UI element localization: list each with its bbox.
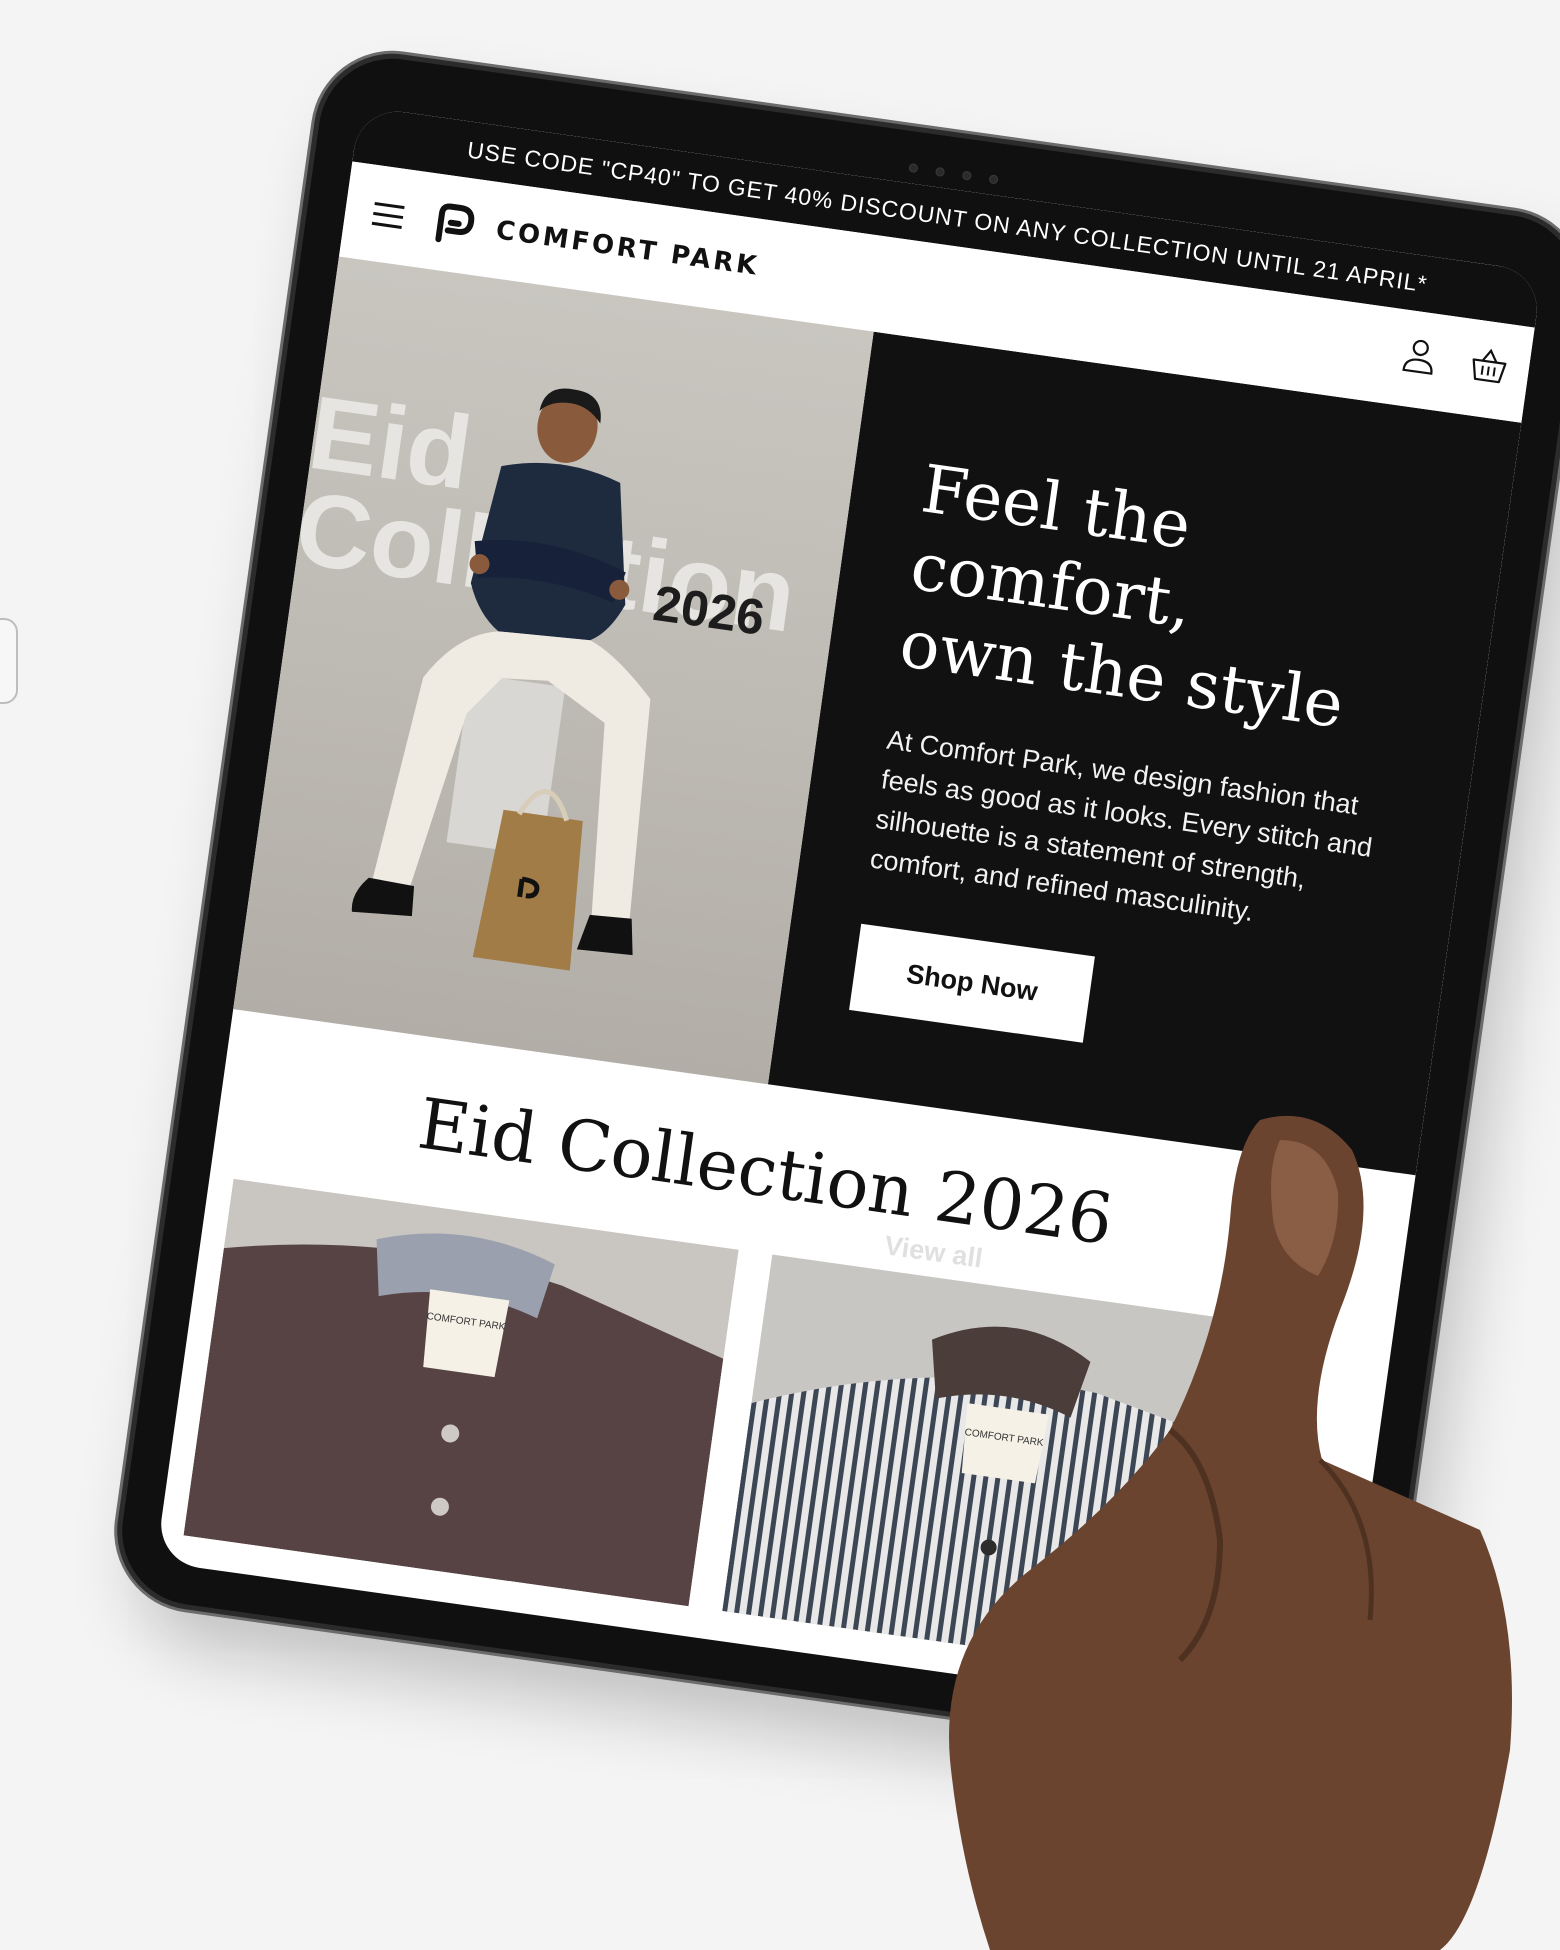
camera-dot	[908, 162, 919, 173]
camera-dot	[961, 170, 972, 181]
hero-title: Feel the comfort, own the style	[895, 450, 1349, 744]
edge-pill-shape	[0, 618, 18, 704]
header-actions	[1397, 333, 1511, 388]
account-icon[interactable]	[1397, 333, 1442, 378]
brand-name[interactable]: COMFORT PARK	[494, 215, 761, 282]
menu-icon[interactable]	[371, 201, 405, 229]
product-card-maroon-shirt[interactable]: COMFORT PARK	[183, 1178, 739, 1607]
maroon-shirt-image: COMFORT PARK	[183, 1178, 739, 1607]
scene: USE CODE "CP40" TO GET 40% DISCOUNT ON A…	[0, 0, 1560, 1950]
shop-now-button[interactable]: Shop Now	[849, 923, 1095, 1043]
hand-illustration	[949, 1115, 1512, 1950]
hero-image: Eid Collection 2026	[233, 256, 874, 1085]
hero-description: At Comfort Park, we design fashion that …	[868, 724, 1375, 928]
comfort-park-logo-icon[interactable]	[430, 198, 482, 250]
hero-copy-panel: Feel the comfort, own the style At Comfo…	[767, 331, 1522, 1176]
camera-dot	[988, 173, 999, 184]
camera-dot	[935, 166, 946, 177]
cart-icon[interactable]	[1466, 343, 1511, 388]
